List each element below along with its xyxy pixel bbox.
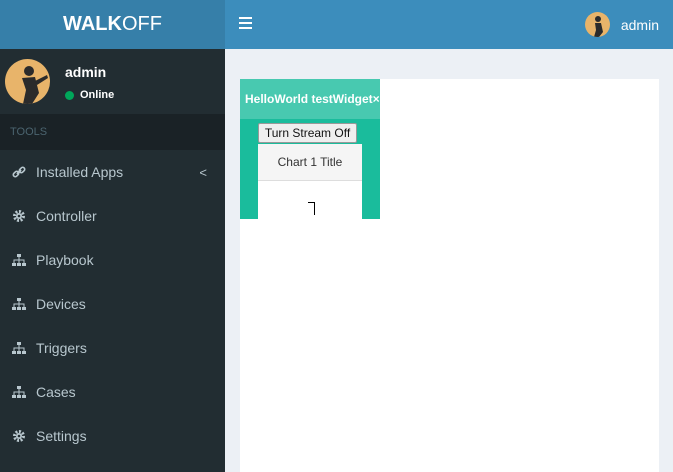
sidebar-item-playbook[interactable]: Playbook [0, 238, 225, 282]
sidebar-item-controller[interactable]: Controller [0, 194, 225, 238]
sidebar-item-label: Controller [36, 208, 97, 224]
user-menu[interactable]: admin [584, 12, 659, 37]
brand-logo[interactable]: WALK OFF [0, 0, 225, 49]
sidebar: admin Online TOOLS Installed Apps < Cont… [0, 49, 225, 472]
sitemap-icon [12, 254, 26, 266]
sidebar-item-label: Triggers [36, 340, 87, 356]
status-dot-icon [65, 90, 74, 100]
sidebar-item-label: Settings [36, 428, 87, 444]
brand-light: OFF [121, 13, 162, 35]
link-icon [12, 166, 26, 178]
sidebar-item-triggers[interactable]: Triggers [0, 326, 225, 370]
status-text: Online [80, 89, 115, 101]
user-panel: admin Online [0, 49, 225, 114]
sitemap-icon [12, 298, 26, 310]
sidebar-item-devices[interactable]: Devices [0, 282, 225, 326]
sidebar-item-label: Playbook [36, 252, 94, 268]
widget-title: HelloWorld testWidget [245, 92, 373, 106]
chevron-left-icon: < [199, 165, 207, 180]
user-status: Online [65, 89, 114, 101]
sidebar-item-label: Cases [36, 384, 76, 400]
widget-close-icon[interactable]: × [373, 92, 380, 106]
avatar [5, 59, 50, 104]
turn-stream-off-button[interactable]: Turn Stream Off [258, 123, 357, 143]
brand-bold: WALK [63, 13, 122, 35]
top-navbar: admin [225, 0, 673, 49]
sitemap-icon [12, 386, 26, 398]
gear-icon [13, 430, 25, 442]
sidebar-item-label: Installed Apps [36, 164, 124, 180]
sitemap-icon [12, 342, 26, 354]
chart-axis-mark [308, 202, 315, 215]
sidebar-item-installed-apps[interactable]: Installed Apps < [0, 150, 225, 194]
widget: HelloWorld testWidget× Turn Stream Off C… [240, 79, 380, 219]
header-user-name: admin [620, 16, 659, 33]
sidebar-item-cases[interactable]: Cases [0, 370, 225, 414]
sidebar-user-name: admin [65, 64, 107, 80]
sidebar-item-label: Devices [36, 296, 86, 312]
avatar [584, 12, 610, 37]
gear-icon [13, 210, 25, 222]
widget-header: HelloWorld testWidget× [240, 79, 380, 119]
chart-card: Chart 1 Title [258, 144, 362, 219]
chart-title: Chart 1 Title [258, 144, 362, 181]
section-header: TOOLS [0, 114, 225, 150]
sidebar-item-settings[interactable]: Settings [0, 414, 225, 458]
menu-toggle-icon[interactable] [239, 17, 252, 29]
